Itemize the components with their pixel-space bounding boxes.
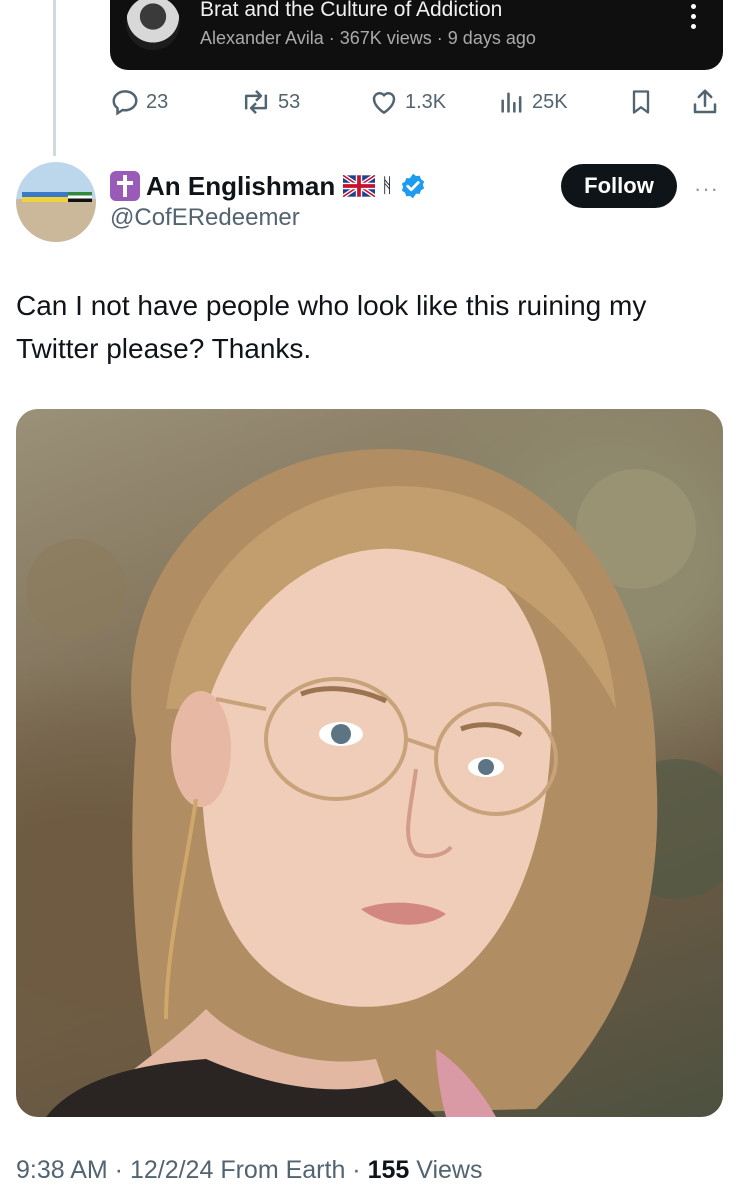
- tweet-views-label: Views: [416, 1156, 483, 1184]
- bookmark-icon: [632, 90, 650, 114]
- heart-icon: [372, 92, 396, 114]
- avatar-flag-blue-yellow: [22, 192, 44, 202]
- author-display-name[interactable]: An Englishman: [146, 171, 335, 202]
- author-avatar[interactable]: [16, 162, 96, 242]
- tweet-photo[interactable]: [16, 409, 723, 1117]
- repost-count: 53: [278, 90, 301, 113]
- reply-button[interactable]: 23: [110, 86, 168, 118]
- repost-icon: [244, 90, 268, 114]
- video-title: Brat and the Culture of Addiction: [200, 0, 503, 21]
- like-button[interactable]: 1.3K: [369, 86, 446, 118]
- reply-icon: [112, 90, 138, 116]
- author-name-row[interactable]: An Englishman ᚻ: [110, 168, 427, 204]
- reply-count: 23: [146, 90, 169, 113]
- avatar-flag-blue-yellow-2: [44, 192, 68, 202]
- views-button[interactable]: 25K: [498, 86, 568, 118]
- share-button[interactable]: [690, 86, 720, 118]
- analytics-icon: [501, 92, 522, 113]
- verified-badge-icon: [402, 173, 425, 199]
- follow-button[interactable]: Follow: [561, 164, 677, 208]
- tweet-text: Can I not have people who look like this…: [16, 290, 647, 364]
- video-meta: Alexander Avila · 367K views · 9 days ag…: [200, 28, 536, 48]
- like-count: 1.3K: [405, 90, 447, 113]
- photo-portrait: [26, 449, 723, 1117]
- rune-icon: ᚻ: [381, 174, 394, 197]
- avatar-flag-green-white-black: [68, 192, 92, 202]
- video-more-icon[interactable]: [691, 4, 697, 34]
- repost-button[interactable]: 53: [240, 86, 300, 118]
- bookmark-button[interactable]: [627, 86, 655, 118]
- author-handle[interactable]: @CofERedeemer: [110, 204, 300, 232]
- more-options-icon[interactable]: ···: [694, 176, 722, 201]
- share-icon: [693, 89, 717, 114]
- union-flag-icon: [343, 175, 376, 197]
- tweet-source: From Earth: [220, 1156, 346, 1184]
- views-count: 25K: [532, 90, 568, 113]
- tweet-meta-footer: 9:38 AM · 12/2/24 From Earth · 155 Views: [16, 1156, 483, 1184]
- cross-icon: [110, 171, 140, 201]
- thread-connector-line: [53, 0, 56, 156]
- video-channel-avatar: [126, 0, 180, 50]
- tweet-date[interactable]: 12/2/24: [130, 1156, 213, 1184]
- tweet-time[interactable]: 9:38 AM: [16, 1156, 108, 1184]
- tweet-view-count: 155: [367, 1156, 410, 1184]
- embedded-video-card[interactable]: Brat and the Culture of Addiction Alexan…: [110, 0, 723, 70]
- parent-tweet-action-bar: 23 53 1.3K 25K: [0, 86, 740, 118]
